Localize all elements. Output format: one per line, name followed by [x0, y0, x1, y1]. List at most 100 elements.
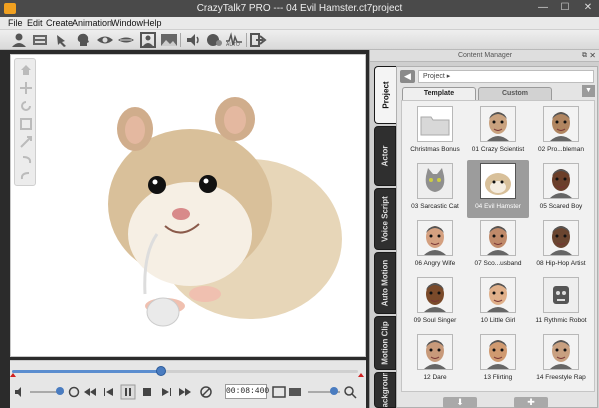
- eye-icon[interactable]: [96, 32, 114, 48]
- chevron-down-icon[interactable]: ▼: [582, 85, 595, 97]
- content-item[interactable]: 05 Scared Boy: [530, 160, 592, 218]
- content-item[interactable]: 03 Sarcastic Cat: [404, 160, 466, 218]
- content-thumbnail: [543, 163, 579, 199]
- back-arrow-icon[interactable]: ◀: [400, 70, 415, 83]
- redo-icon[interactable]: [19, 169, 33, 183]
- breadcrumb: Project ▸: [418, 70, 594, 83]
- volume-icon[interactable]: [13, 384, 29, 400]
- panel-close-icon[interactable]: ✕: [589, 50, 596, 62]
- minimize-button[interactable]: —: [532, 0, 554, 17]
- content-item[interactable]: 12 Dare: [404, 331, 466, 389]
- face-fitting-icon[interactable]: [31, 32, 49, 48]
- move-icon[interactable]: [19, 81, 33, 95]
- content-item-label: 14 Freestyle Rap: [536, 374, 586, 381]
- add-button[interactable]: ✚: [514, 397, 548, 408]
- content-item-label: Christmas Bonus: [410, 146, 460, 153]
- home-icon[interactable]: [19, 63, 33, 77]
- tab-actor[interactable]: Actor: [374, 126, 396, 186]
- tab-custom[interactable]: Custom: [478, 87, 552, 100]
- tab-auto-motion[interactable]: Auto Motion: [374, 252, 396, 314]
- mute-icon[interactable]: [198, 384, 214, 400]
- timecode-field[interactable]: 00:08:400: [225, 384, 269, 399]
- pin-icon[interactable]: ⧉: [582, 50, 587, 62]
- face-frame-icon[interactable]: [139, 32, 157, 48]
- menu-window[interactable]: Window: [111, 18, 143, 28]
- previous-frame-button[interactable]: [101, 384, 117, 400]
- puppet-icon[interactable]: [53, 32, 71, 48]
- tab-background[interactable]: Background: [374, 372, 396, 408]
- zoom-icon[interactable]: [342, 384, 358, 400]
- stop-button[interactable]: [139, 384, 155, 400]
- tab-motion-clip[interactable]: Motion Clip: [374, 316, 396, 370]
- content-item[interactable]: 11 Rythmic Robot: [530, 274, 592, 332]
- hamster-actor-image: [108, 97, 342, 327]
- content-item[interactable]: 09 Soul Singer: [404, 274, 466, 332]
- content-item[interactable]: 08 Hip-Hop Artist: [530, 217, 592, 275]
- head-icon[interactable]: [74, 32, 92, 48]
- content-item[interactable]: 10 Little Girl: [467, 274, 529, 332]
- title-bar: CrazyTalk7 PRO --- 04 Evil Hamster.ct7pr…: [0, 0, 599, 17]
- timeline-thumb[interactable]: [155, 366, 166, 376]
- content-item[interactable]: 04 Evil Hamster: [467, 160, 529, 218]
- content-item[interactable]: 06 Angry Wife: [404, 217, 466, 275]
- volume-thumb[interactable]: [56, 387, 64, 395]
- menu-file[interactable]: File: [8, 18, 23, 28]
- range-end-marker[interactable]: [358, 373, 364, 377]
- download-button[interactable]: ⬇: [443, 397, 477, 408]
- content-thumbnail: [480, 220, 516, 256]
- menu-help[interactable]: Help: [143, 18, 162, 28]
- face-puppet-icon[interactable]: [205, 32, 223, 48]
- project-panel: ◀ Project ▸ Template Custom ▼ Christmas …: [396, 66, 598, 408]
- menu-bar: File Edit Create Animation Window Help: [0, 17, 599, 30]
- content-manager-panel: Content Manager ⧉ ✕ Project Actor Voice …: [369, 50, 599, 408]
- content-item[interactable]: 13 Flirting: [467, 331, 529, 389]
- content-item[interactable]: 14 Freestyle Rap: [530, 331, 592, 389]
- content-item[interactable]: 07 Sco...usband: [467, 217, 529, 275]
- zoom-thumb[interactable]: [330, 387, 338, 395]
- content-thumbnail: [543, 106, 579, 142]
- maximize-button[interactable]: ☐: [554, 0, 576, 17]
- scale-icon[interactable]: [19, 117, 33, 131]
- content-thumbnail: [480, 106, 516, 142]
- playback-bar: 00:08:400: [10, 360, 366, 408]
- fast-forward-button[interactable]: [177, 384, 193, 400]
- actor-icon[interactable]: [10, 32, 28, 48]
- settings-icon[interactable]: [287, 384, 303, 400]
- tab-project[interactable]: Project: [374, 66, 396, 124]
- toolbar-separator: [180, 33, 181, 47]
- loop-icon[interactable]: [66, 384, 82, 400]
- background-icon[interactable]: [160, 32, 178, 48]
- content-item[interactable]: Christmas Bonus: [404, 103, 466, 161]
- menu-create[interactable]: Create: [46, 18, 73, 28]
- tab-voice-script[interactable]: Voice Script: [374, 188, 396, 250]
- menu-edit[interactable]: Edit: [27, 18, 43, 28]
- time-unit-icon[interactable]: [271, 384, 287, 400]
- content-grid: Christmas Bonus 01 Crazy Scientist 02 Pro.…: [401, 100, 595, 392]
- tab-template[interactable]: Template: [402, 87, 476, 100]
- close-button[interactable]: ✕: [577, 0, 599, 17]
- content-item-label: 01 Crazy Scientist: [471, 146, 525, 153]
- content-item-label: 06 Angry Wife: [414, 260, 456, 267]
- rotate-icon[interactable]: [19, 99, 33, 113]
- content-item-label: 12 Dare: [423, 374, 447, 381]
- content-manager-header: Content Manager ⧉ ✕: [370, 50, 599, 62]
- mouth-icon[interactable]: [117, 32, 135, 48]
- content-item[interactable]: 02 Pro...bleman: [530, 103, 592, 161]
- pause-button[interactable]: [120, 384, 136, 400]
- range-start-marker[interactable]: [10, 373, 16, 377]
- content-manager-title: Content Manager: [457, 52, 513, 59]
- export-icon[interactable]: [250, 32, 268, 48]
- menu-animation[interactable]: Animation: [72, 18, 112, 28]
- undo-icon[interactable]: [19, 153, 33, 167]
- content-thumbnail: [480, 163, 516, 199]
- content-thumbnail: [480, 334, 516, 370]
- fit-icon[interactable]: [19, 135, 33, 149]
- rewind-button[interactable]: [82, 384, 98, 400]
- voice-icon[interactable]: [184, 32, 202, 48]
- next-frame-button[interactable]: [158, 384, 174, 400]
- template-custom-tabs: Template Custom: [402, 87, 579, 100]
- timeline-scrubber[interactable]: [12, 370, 358, 373]
- content-item-label: 04 Evil Hamster: [475, 203, 521, 210]
- window-title: CrazyTalk7 PRO --- 04 Evil Hamster.ct7pr…: [196, 3, 403, 14]
- content-item[interactable]: 01 Crazy Scientist: [467, 103, 529, 161]
